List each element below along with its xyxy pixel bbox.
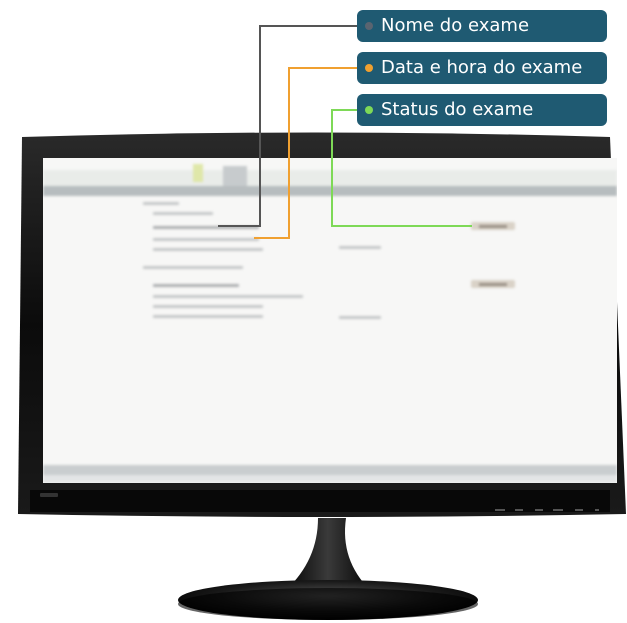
exam-name-2[interactable] bbox=[153, 284, 239, 287]
monitor-neck bbox=[286, 518, 370, 590]
subtitle-line bbox=[153, 212, 213, 215]
exam-detail-line-3 bbox=[153, 315, 263, 318]
exam-name[interactable] bbox=[153, 226, 259, 229]
dot-icon bbox=[365, 22, 373, 30]
callout-exam-name: Nome do exame bbox=[357, 10, 607, 42]
exam-note-line bbox=[143, 266, 243, 269]
top-bar-logo bbox=[193, 164, 203, 182]
navigation-bar bbox=[43, 186, 617, 196]
section-title bbox=[143, 202, 179, 205]
callout-exam-status: Status do exame bbox=[357, 94, 607, 126]
monitor-screen bbox=[43, 158, 617, 483]
top-bar-block bbox=[223, 166, 247, 186]
exam-status-badge bbox=[471, 222, 515, 230]
blurred-page bbox=[43, 158, 617, 483]
exam-status-badge-2 bbox=[471, 280, 515, 288]
dot-icon bbox=[365, 64, 373, 72]
callout-label: Data e hora do exame bbox=[381, 57, 583, 78]
exam-datetime bbox=[153, 238, 259, 241]
exam-info bbox=[339, 246, 381, 249]
callout-label: Nome do exame bbox=[381, 15, 530, 36]
exam-detail-line bbox=[153, 248, 263, 251]
exam-detail-line-2 bbox=[153, 305, 263, 308]
browser-top-bar bbox=[43, 170, 617, 186]
exam-datetime-2 bbox=[153, 295, 303, 298]
dot-icon bbox=[365, 106, 373, 114]
callout-label: Status do exame bbox=[381, 99, 534, 120]
exam-info-2 bbox=[339, 316, 381, 319]
callout-exam-datetime: Data e hora do exame bbox=[357, 52, 607, 84]
taskbar bbox=[43, 475, 617, 483]
browser-bottom-bar bbox=[43, 465, 617, 475]
